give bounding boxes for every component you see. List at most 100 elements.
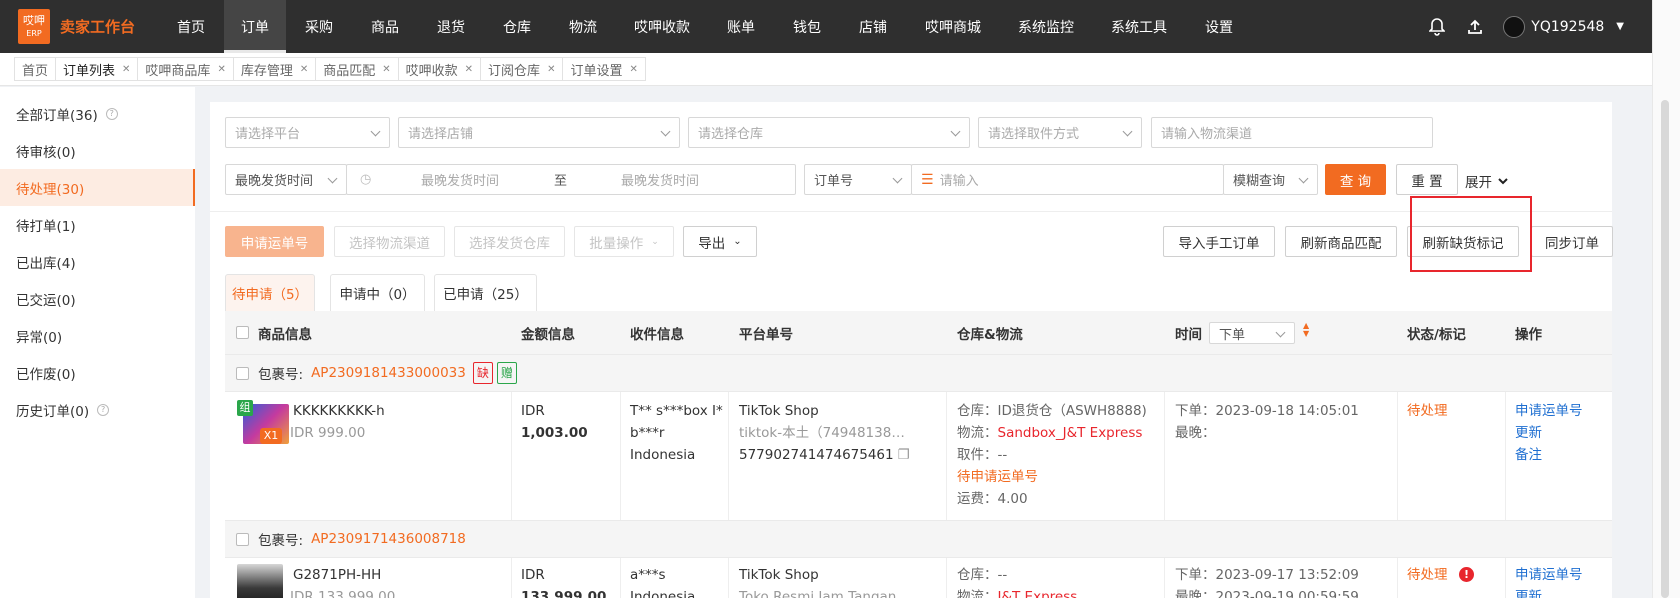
sidebar-item-review[interactable]: 待审核(0) [0,132,195,169]
sync-orders-button[interactable]: 同步订单 [1531,226,1613,257]
nav-mall[interactable]: 哎呷商城 [906,0,1000,53]
nav-bills[interactable]: 账单 [708,0,774,53]
product-image[interactable] [237,564,283,598]
sidebar-item-all[interactable]: 全部订单(36)? [0,95,195,132]
tab-inventory[interactable]: 库存管理 ✕ [232,57,316,81]
top-navbar: 哎呷 ERP 卖家工作台 首页 订单 采购 商品 退货 仓库 物流 哎呷收款 账… [0,0,1652,53]
expand-toggle[interactable]: 展开 [1465,171,1509,191]
choose-warehouse-button[interactable]: 选择发货仓库 [454,226,565,257]
sidebar-item-to-print[interactable]: 待打单(1) [0,206,195,243]
avatar[interactable] [1503,15,1526,38]
platform-order-number: 577902741474675461 ❐ [739,444,910,466]
store-select[interactable]: 请选择店铺 [398,117,680,148]
receiver-country: Indonesia [630,589,696,598]
reset-button[interactable]: 重 置 [1396,164,1458,195]
nav-payments[interactable]: 哎呷收款 [616,0,708,53]
update-link[interactable]: 更新 [1515,586,1542,598]
tab-order-list[interactable]: 订单列表 ✕ [55,57,138,81]
app-logo[interactable]: 哎呷 ERP 卖家工作台 [18,9,158,44]
upload-icon[interactable] [1465,17,1485,37]
close-icon[interactable]: ✕ [300,64,308,75]
username[interactable]: YQ192548 [1531,19,1604,35]
nav-stores[interactable]: 店铺 [840,0,906,53]
help-icon[interactable]: ? [97,403,110,416]
sidebar-item-shipped-out[interactable]: 已出库(4) [0,243,195,280]
nav-home[interactable]: 首页 [158,0,224,53]
tab-to-apply[interactable]: 待申请（5） [225,274,315,311]
time-sort-select[interactable]: 下单 [1209,322,1295,344]
pickup-method-select[interactable]: 请选择取件方式 [978,117,1142,148]
tab-product-library[interactable]: 哎呷商品库 ✕ [137,57,233,81]
nav-monitor[interactable]: 系统监控 [1000,0,1092,53]
product-name[interactable]: G2871PH-HH [293,564,381,586]
tab-label: 哎呷商品库 [145,63,211,79]
table-row: 组 X1 KKKKKKKKK-h IDR 999.00 IDR 1,003.00… [225,392,1612,520]
alert-icon[interactable]: ! [1459,567,1474,582]
logistics-name: Sandbox_J&T Express [997,425,1143,441]
sidebar-item-handed-over[interactable]: 已交运(0) [0,280,195,317]
select-all-checkbox[interactable] [236,326,249,339]
tab-order-settings[interactable]: 订单设置 ✕ [562,57,646,81]
tab-subscribed-warehouse[interactable]: 订阅仓库 ✕ [480,57,563,81]
apply-waybill-button[interactable]: 申请运单号 [225,226,324,257]
sidebar-item-voided[interactable]: 已作废(0) [0,354,195,391]
nav-orders[interactable]: 订单 [224,0,286,53]
close-icon[interactable]: ✕ [122,64,130,75]
highlight-box [1410,196,1532,272]
product-name[interactable]: KKKKKKKKK-h [293,400,385,422]
time-type-select[interactable]: 最晚发货时间 [225,164,347,195]
apply-waybill-link[interactable]: 申请运单号 [1515,564,1583,586]
batch-operations-button[interactable]: 批量操作 ⌄ [574,226,674,257]
row-checkbox[interactable] [236,532,249,546]
query-button[interactable]: 查 询 [1325,164,1386,195]
waybill-status: 待申请运单号 [957,469,1038,485]
order-keyword-input[interactable]: ☰ 请输入 [911,164,1224,195]
list-icon[interactable]: ☰ [921,172,934,188]
package-row: 包裹号: AP2309181433000033 缺 赠 [225,354,1612,392]
close-icon[interactable]: ✕ [465,64,473,75]
nav-settings[interactable]: 设置 [1186,0,1252,53]
package-number[interactable]: AP2309171436008718 [311,531,466,547]
nav-tools[interactable]: 系统工具 [1092,0,1186,53]
close-icon[interactable]: ✕ [629,64,637,75]
sidebar-item-history[interactable]: 历史订单(0)? [0,391,195,428]
nav-logistics[interactable]: 物流 [550,0,616,53]
update-link[interactable]: 更新 [1515,422,1542,444]
logistics-channel-input[interactable]: 请输入物流渠道 [1151,117,1433,148]
tab-payments[interactable]: 哎呷收款 ✕ [397,57,481,81]
platform-select[interactable]: 请选择平台 [225,117,390,148]
nav-purchase[interactable]: 采购 [286,0,352,53]
nav-returns[interactable]: 退货 [418,0,484,53]
help-icon[interactable]: ? [105,107,118,120]
close-icon[interactable]: ✕ [217,64,225,75]
close-icon[interactable]: ✕ [547,64,555,75]
close-icon[interactable]: ✕ [382,64,390,75]
tab-applied[interactable]: 已申请（25） [434,274,537,311]
warehouse-select[interactable]: 请选择仓库 [688,117,970,148]
tab-home[interactable]: 首页 [14,57,56,81]
refresh-product-match-button[interactable]: 刷新商品匹配 [1285,226,1397,257]
nav-warehouse[interactable]: 仓库 [484,0,550,53]
match-mode-select[interactable]: 模糊查询 [1223,164,1318,195]
apply-waybill-link[interactable]: 申请运单号 [1515,400,1583,422]
copy-icon[interactable]: ❐ [898,447,910,463]
notification-icon[interactable] [1427,17,1447,37]
export-button[interactable]: 导出 ⌄ [683,226,757,257]
tab-applying[interactable]: 申请中（0） [330,274,425,311]
remark-link[interactable]: 备注 [1515,444,1542,466]
sidebar-item-pending[interactable]: 待处理(30) [0,169,195,206]
choose-channel-button[interactable]: 选择物流渠道 [334,226,445,257]
date-range-picker[interactable]: ◷ 最晚发货时间 至 最晚发货时间 [346,164,796,195]
chevron-down-icon[interactable]: ▼ [1616,21,1624,32]
package-number[interactable]: AP2309181433000033 [311,365,466,381]
chevron-down-icon: ⌄ [733,236,742,247]
sidebar-item-exception[interactable]: 异常(0) [0,317,195,354]
nav-products[interactable]: 商品 [352,0,418,53]
sort-icon[interactable]: ▲ ▼ [1303,322,1309,338]
nav-wallet[interactable]: 钱包 [774,0,840,53]
order-field-select[interactable]: 订单号 [804,164,912,195]
tab-product-match[interactable]: 商品匹配 ✕ [315,57,398,81]
row-checkbox[interactable] [236,366,249,380]
import-manual-order-button[interactable]: 导入手工订单 [1163,226,1275,257]
page-scrollbar-thumb[interactable] [1661,100,1669,598]
